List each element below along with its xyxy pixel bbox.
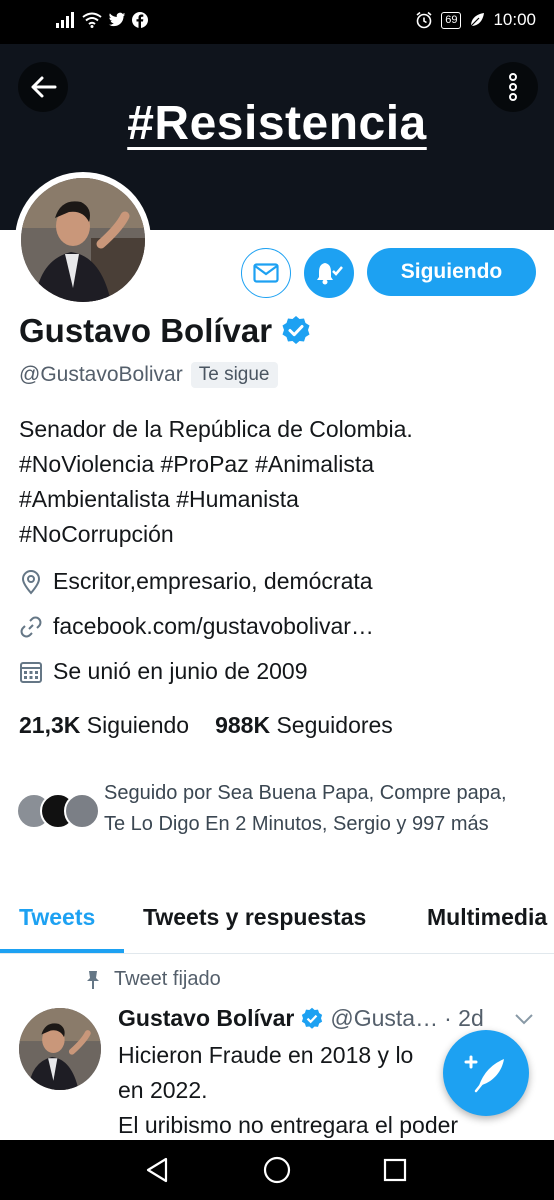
verified-badge-icon — [302, 1007, 323, 1029]
triangle-back-icon — [146, 1157, 168, 1183]
notifications-button[interactable] — [304, 248, 354, 298]
profile-location-row: Escritor,empresario, demócrata — [19, 568, 373, 595]
profile-name-row: Gustavo Bolívar — [19, 312, 312, 350]
tweet-text-line: El uribismo no entregara el poder — [118, 1112, 459, 1138]
verified-badge-icon — [282, 316, 310, 344]
nav-home-button[interactable] — [262, 1155, 292, 1185]
tweet-time: · 2d — [444, 1005, 484, 1031]
pinned-label: Tweet fijado — [114, 968, 221, 990]
calendar-icon — [20, 661, 42, 683]
followers-count: 988K — [215, 712, 271, 738]
profile-handle-row: @GustavoBolivar Te sigue — [19, 362, 278, 388]
arrow-left-icon — [31, 76, 57, 98]
battery-indicator: 69 — [441, 11, 462, 29]
bio-line[interactable]: #Ambientalista #Humanista — [19, 482, 539, 517]
tab-media[interactable]: Multimedia — [427, 904, 547, 931]
profile-joined: Se unió en junio de 2009 — [53, 658, 308, 684]
profile-website-row[interactable]: facebook.com/gustavobolivar… — [19, 613, 374, 640]
profile-bio: Senador de la República de Colombia. #No… — [19, 412, 539, 552]
bio-line[interactable]: #NoViolencia #ProPaz #Animalista — [19, 447, 539, 482]
tab-tweets-replies[interactable]: Tweets y respuestas — [143, 904, 366, 931]
bell-check-icon — [317, 263, 343, 285]
tweet-author-avatar[interactable] — [19, 1008, 101, 1090]
signal-icon — [56, 12, 74, 28]
more-options-button[interactable] — [488, 62, 538, 112]
tweet-avatar-photo — [19, 1008, 101, 1090]
profile-handle: @GustavoBolivar — [19, 363, 183, 386]
profile-tabs: Tweets Tweets y respuestas Multimedia — [0, 896, 554, 954]
mail-icon — [253, 263, 279, 283]
tweet-header: Gustavo Bolívar @Gusta… · 2d — [118, 1005, 484, 1032]
wifi-icon — [82, 12, 102, 28]
following-label: Siguiendo — [86, 712, 190, 738]
message-button[interactable] — [241, 248, 291, 298]
following-count-link[interactable]: 21,3K Siguiendo — [19, 712, 189, 739]
leaf-icon — [471, 13, 485, 27]
avatar-photo — [21, 178, 145, 302]
mini-avatar — [64, 793, 100, 829]
follows-you-badge: Te sigue — [190, 362, 278, 388]
facebook-icon — [132, 12, 148, 28]
pinned-label-row: Tweet fijado — [86, 968, 221, 991]
back-button[interactable] — [18, 62, 68, 112]
compose-tweet-button[interactable] — [443, 1030, 529, 1116]
status-icons-right: 69 10:00 — [415, 10, 536, 30]
followed-by-text: Seguido por Sea Buena Papa, Compre papa,… — [104, 782, 507, 835]
profile-name: Gustavo Bolívar — [19, 312, 273, 349]
location-pin-icon — [21, 569, 41, 595]
active-tab-indicator — [0, 949, 124, 953]
profile-joined-row: Se unió en junio de 2009 — [19, 658, 308, 685]
status-icons-left — [56, 12, 148, 28]
tweet-author-name[interactable]: Gustavo Bolívar — [118, 1005, 294, 1032]
status-time: 10:00 — [493, 10, 536, 29]
profile-website[interactable]: facebook.com/gustavobolivar… — [53, 613, 374, 640]
compose-feather-icon — [464, 1055, 504, 1093]
tweet-menu-button[interactable] — [514, 1012, 534, 1030]
nav-back-button[interactable] — [142, 1155, 172, 1185]
twitter-icon — [108, 12, 126, 27]
following-count: 21,3K — [19, 712, 81, 738]
system-nav-bar — [0, 1140, 554, 1200]
pin-icon — [87, 970, 99, 989]
profile-avatar[interactable] — [15, 172, 151, 308]
avatar-image — [21, 178, 145, 302]
link-icon — [20, 616, 42, 637]
following-button[interactable]: Siguiendo — [367, 248, 536, 296]
bio-line: Senador de la República de Colombia. — [19, 416, 413, 442]
more-vertical-icon — [509, 73, 517, 101]
tweet-author-handle: @Gusta… — [330, 1005, 439, 1031]
chevron-down-icon — [515, 1014, 533, 1025]
profile-location: Escritor,empresario, demócrata — [53, 568, 373, 594]
circle-home-icon — [263, 1156, 291, 1184]
follow-counts: 21,3K Siguiendo 988K Seguidores — [19, 712, 393, 739]
tab-tweets[interactable]: Tweets — [19, 904, 95, 931]
followed-by-avatars — [16, 789, 100, 829]
banner-text: #Resistencia — [127, 97, 427, 150]
followed-by-section[interactable]: Seguido por Sea Buena Papa, Compre papa,… — [16, 778, 524, 840]
alarm-icon — [416, 11, 432, 29]
followers-count-link[interactable]: 988K Seguidores — [215, 712, 393, 739]
nav-recents-button[interactable] — [380, 1155, 410, 1185]
square-recents-icon — [383, 1158, 407, 1182]
followers-label: Seguidores — [276, 712, 393, 738]
bio-line[interactable]: #NoCorrupción — [19, 517, 539, 552]
status-bar: 69 10:00 — [0, 0, 554, 44]
